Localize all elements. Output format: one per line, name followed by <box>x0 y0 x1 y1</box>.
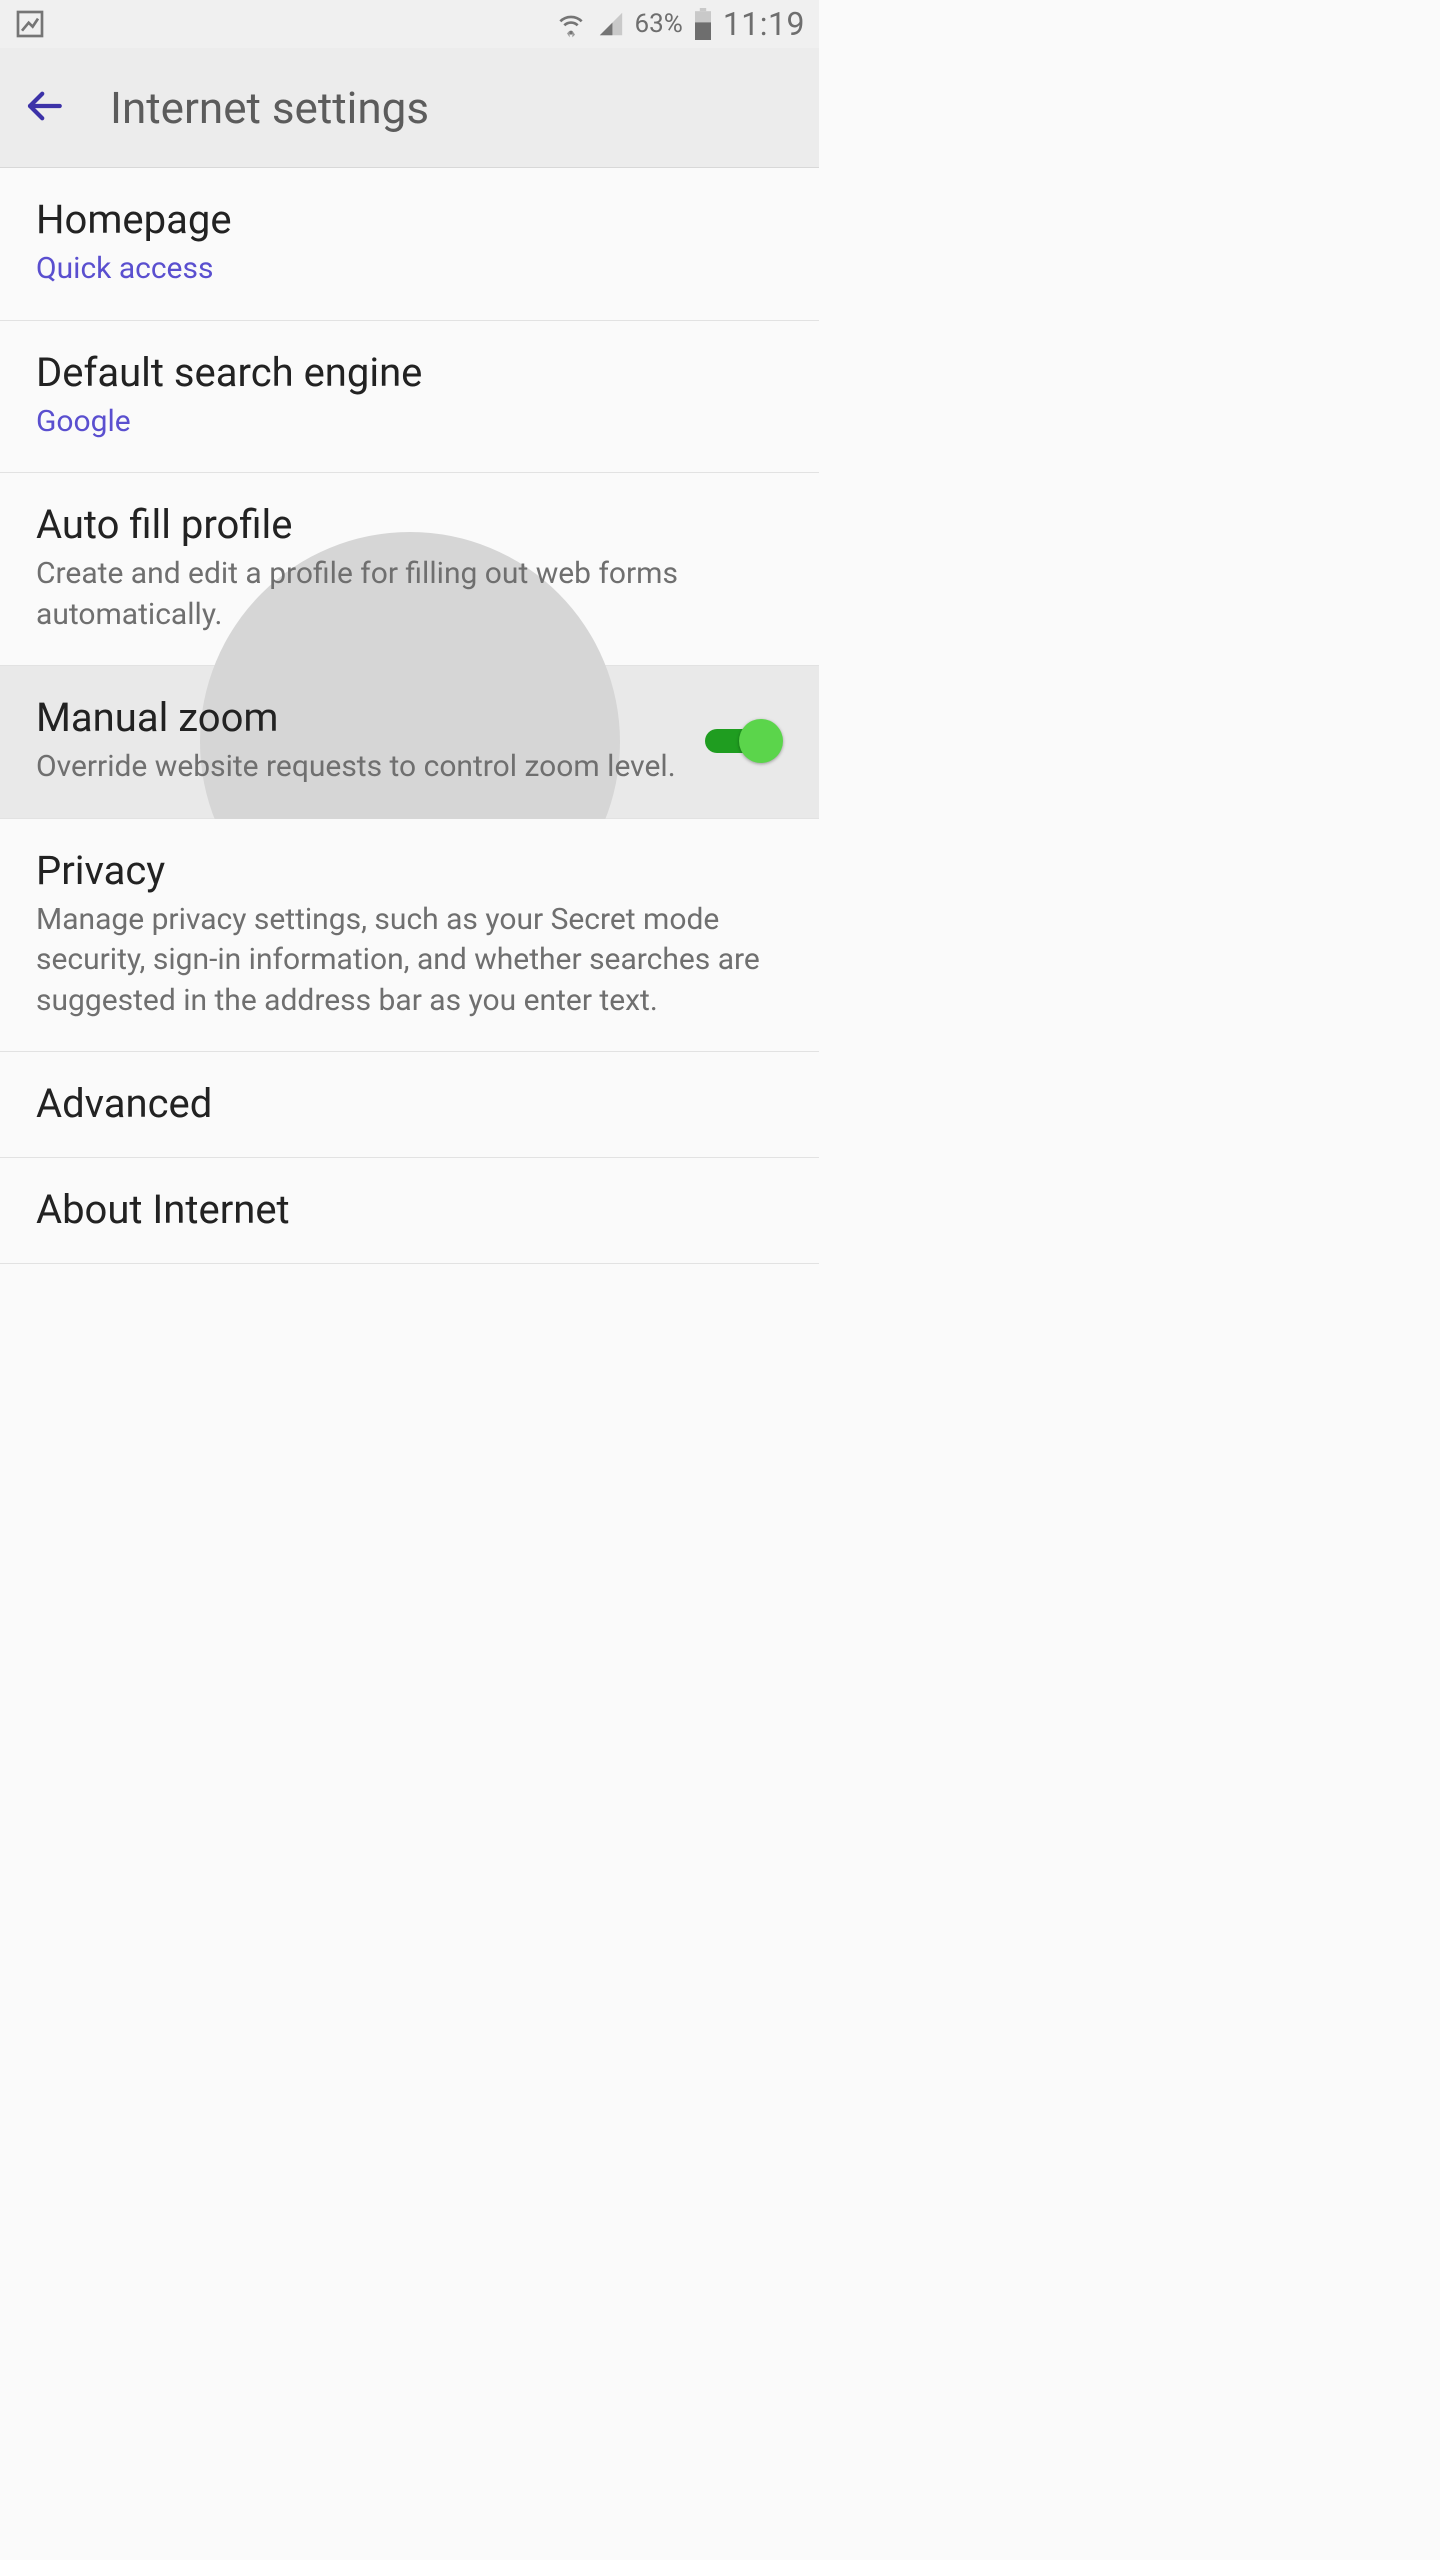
item-advanced[interactable]: Advanced <box>0 1052 819 1158</box>
arrow-left-icon <box>23 85 65 131</box>
item-title: About Internet <box>36 1186 783 1233</box>
item-title: Privacy <box>36 847 783 894</box>
item-title: Advanced <box>36 1080 783 1127</box>
battery-percent: 63% <box>635 9 683 39</box>
status-bar: 63% 11:19 <box>0 0 819 48</box>
status-clock: 11:19 <box>723 5 805 43</box>
item-privacy[interactable]: Privacy Manage privacy settings, such as… <box>0 819 819 1053</box>
wifi-icon <box>555 10 587 38</box>
item-manual-zoom[interactable]: Manual zoom Override website requests to… <box>0 666 819 819</box>
screenshot-icon <box>14 8 46 40</box>
item-homepage[interactable]: Homepage Quick access <box>0 168 819 321</box>
item-subtitle: Create and edit a profile for filling ou… <box>36 554 783 635</box>
settings-list: Homepage Quick access Default search eng… <box>0 168 819 1264</box>
battery-icon <box>693 8 713 40</box>
item-default-search-engine[interactable]: Default search engine Google <box>0 321 819 474</box>
item-title: Manual zoom <box>36 694 681 741</box>
item-subtitle: Quick access <box>36 249 783 290</box>
toggle-thumb <box>739 719 783 763</box>
item-about-internet[interactable]: About Internet <box>0 1158 819 1264</box>
back-button[interactable] <box>14 78 74 138</box>
manual-zoom-toggle[interactable] <box>705 719 783 763</box>
item-title: Default search engine <box>36 349 783 396</box>
item-subtitle: Google <box>36 402 783 443</box>
cellular-icon <box>597 10 625 38</box>
item-title: Auto fill profile <box>36 501 783 548</box>
item-title: Homepage <box>36 196 783 243</box>
item-subtitle: Manage privacy settings, such as your Se… <box>36 900 783 1022</box>
page-title: Internet settings <box>110 82 429 134</box>
app-bar: Internet settings <box>0 48 819 168</box>
item-subtitle: Override website requests to control zoo… <box>36 747 681 788</box>
